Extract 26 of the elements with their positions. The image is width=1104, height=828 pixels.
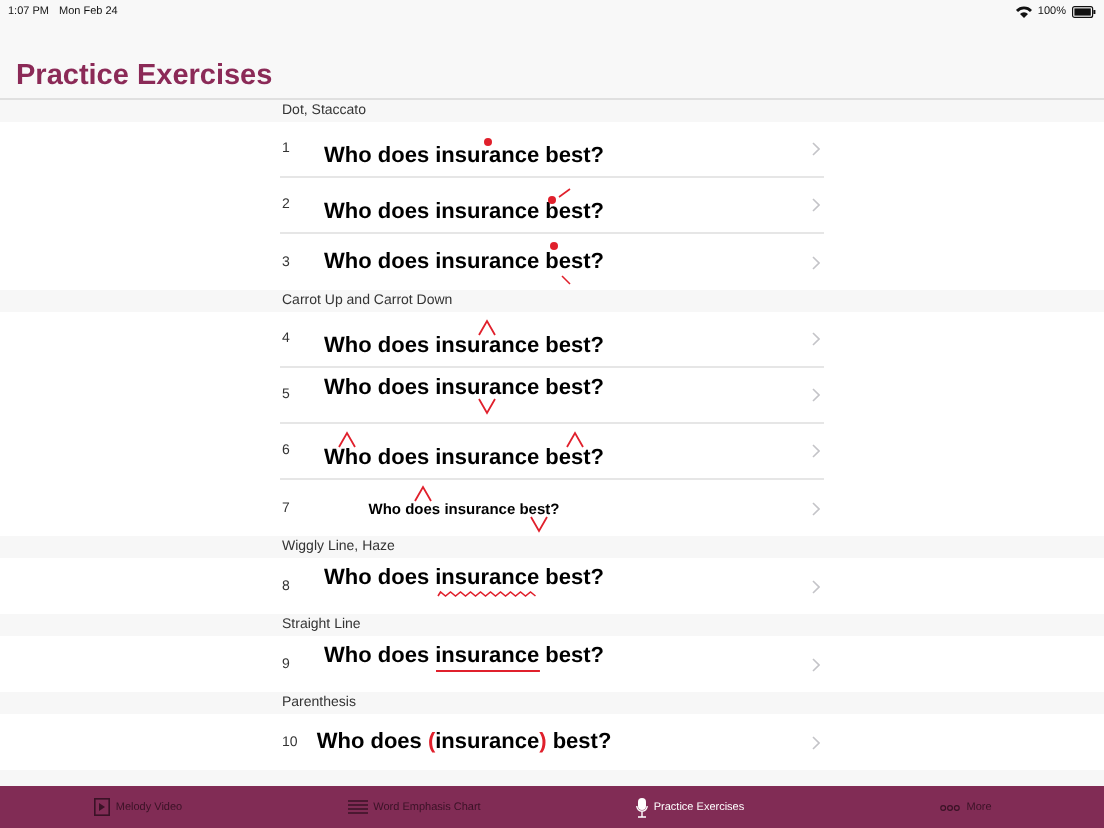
chevron-icon (812, 657, 820, 671)
sentence-text: Who does (insurance) best? (316, 729, 612, 753)
chevron-icon (812, 735, 820, 749)
sentence-text: Who does insurance best? (324, 199, 604, 223)
sentence-text: Who does insurance best? (324, 333, 604, 357)
chevron-icon (812, 332, 820, 346)
wifi-icon (1015, 5, 1032, 17)
chevron-icon (812, 198, 820, 212)
sentence-text: Who does insurance best? (324, 249, 604, 273)
chevron-icon (812, 579, 820, 593)
sentence-text: Who does insurance best? (324, 566, 604, 590)
chevron-icon (812, 388, 820, 402)
more-icon (940, 803, 961, 811)
chevron-icon (812, 142, 820, 156)
sentence-text: Who does insurance best? (324, 375, 604, 399)
list-icon (347, 799, 368, 815)
video-icon (93, 798, 110, 816)
chevron-icon (812, 501, 820, 515)
sentence-text: Who does insurance best? (324, 445, 604, 469)
chevron-icon (812, 444, 820, 458)
sentence-text: Who does insurance best? (324, 644, 604, 668)
chevron-icon (812, 255, 820, 269)
microphone-icon (635, 797, 648, 817)
page-title: Practice Exercises (16, 60, 275, 94)
sentence-text: Who does insurance best? (324, 143, 604, 167)
battery-icon (1072, 5, 1096, 17)
